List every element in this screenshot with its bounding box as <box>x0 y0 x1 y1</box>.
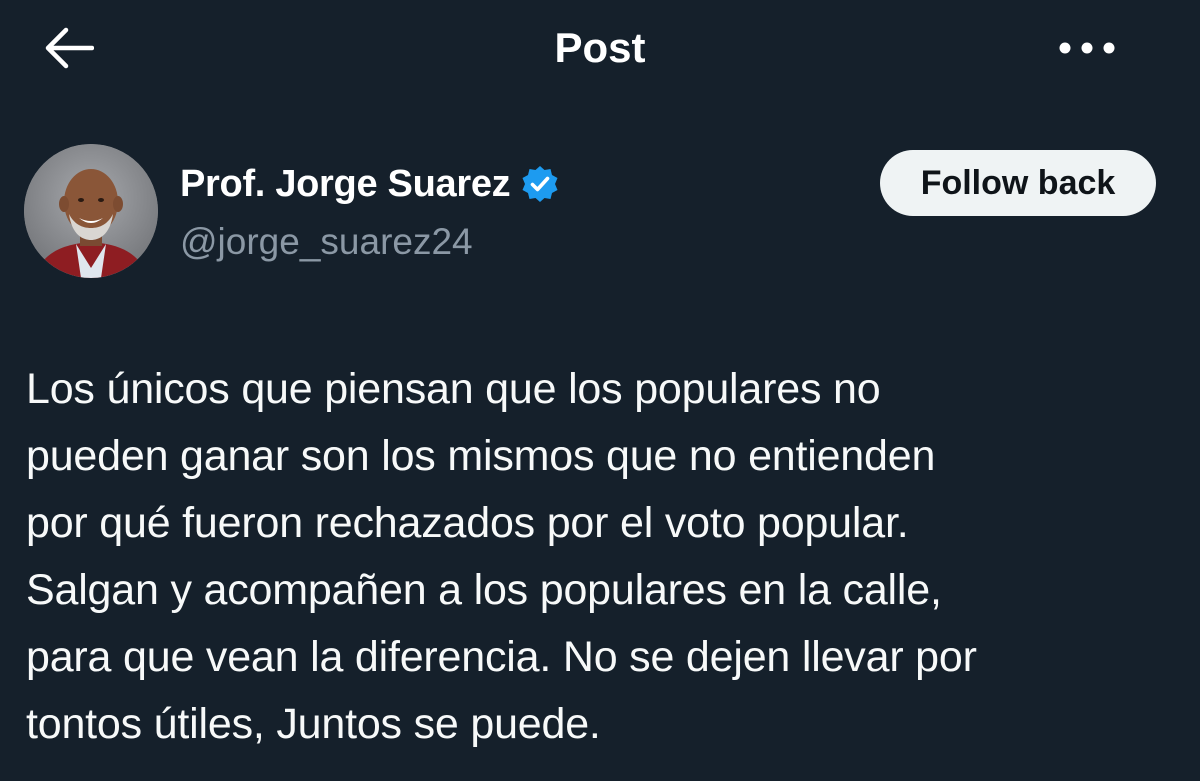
post-text: Los únicos que piensan que los populares… <box>26 356 1176 758</box>
post-text-line: Los únicos que piensan que los populares… <box>26 365 881 413</box>
post-text-line: Salgan y acompañen a los populares en la… <box>26 566 942 614</box>
post-screen: Post Prof. Jorge Suarez @jorge_suarez24 … <box>0 0 1200 781</box>
avatar[interactable] <box>24 144 158 278</box>
ellipsis-horizontal-icon <box>1059 42 1115 54</box>
post-text-line: por qué fueron rechazados por el voto po… <box>26 499 909 547</box>
post-text-line: tontos útiles, Juntos se puede. <box>26 700 601 748</box>
more-options-button[interactable] <box>1052 24 1122 72</box>
post-text-line: para que vean la diferencia. No se dejen… <box>26 633 977 681</box>
author-name-row[interactable]: Prof. Jorge Suarez <box>180 158 560 210</box>
post-text-line: pueden ganar son los mismos que no entie… <box>26 432 936 480</box>
verified-badge-icon <box>522 166 558 202</box>
author-handle[interactable]: @jorge_suarez24 <box>180 216 473 268</box>
page-title: Post <box>554 24 646 71</box>
follow-back-button[interactable]: Follow back <box>880 150 1156 216</box>
back-button[interactable] <box>36 22 100 74</box>
arrow-left-icon <box>45 27 94 69</box>
profile-photo <box>24 144 158 278</box>
author-name[interactable]: Prof. Jorge Suarez <box>180 163 511 206</box>
top-bar: Post <box>0 0 1200 100</box>
